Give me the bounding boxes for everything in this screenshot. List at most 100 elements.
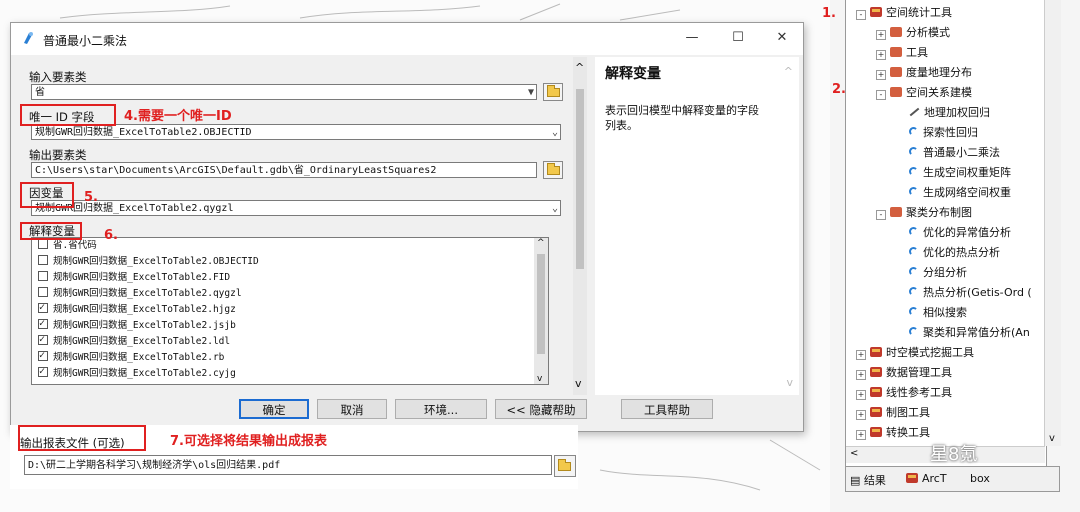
browse-output-button[interactable] [543,161,563,179]
scroll-thumb[interactable] [576,89,584,269]
input-features-field[interactable]: 省 ▼ [31,84,537,100]
tree-item[interactable]: 工具 [890,44,928,62]
tree-item[interactable]: 时空模式挖掘工具 [870,344,974,362]
checkbox-checked[interactable] [38,364,48,380]
list-item[interactable]: 规制GWR回归数据_ExcelToTable2.hjgz [38,300,236,318]
tab-arctoolbox-suffix: box [970,472,990,485]
browse-input-button[interactable] [543,83,563,101]
tree-item[interactable]: 生成网络空间权重 [908,184,1011,202]
toolbox-scrollbar[interactable]: v [1044,0,1061,446]
script-icon [908,146,919,157]
tree-item[interactable]: 数据管理工具 [870,364,952,382]
tree-item[interactable]: 聚类分布制图 [890,204,972,222]
cancel-button[interactable]: 取消 [317,399,387,419]
tree-item[interactable]: 空间统计工具 [870,4,952,22]
tree-item[interactable]: 普通最小二乘法 [908,144,1000,162]
list-item[interactable]: 规制GWR回归数据_ExcelToTable2.ldl [38,332,230,350]
list-item[interactable]: 规制GWR回归数据_ExcelToTable2.FID [38,270,230,286]
hide-help-button[interactable]: << 隐藏帮助 [495,399,587,419]
tree-item[interactable]: 聚类和异常值分析(An [908,324,1030,342]
checkbox[interactable] [38,255,48,265]
tree-item[interactable]: 地理加权回归 [908,104,990,122]
script-icon [908,326,919,337]
annotation-box-dependent [20,182,74,208]
tab-arctoolbox[interactable]: ArcT [906,472,947,485]
checkbox-checked[interactable] [38,300,48,316]
toolset-icon [890,47,902,57]
annotation-4: 4.需要一个唯一ID [124,109,232,124]
tree-item[interactable]: 热点分析(Getis-Ord ( [908,284,1032,302]
checkbox[interactable] [38,287,48,297]
close-button[interactable]: ✕ [767,27,797,49]
tab-results[interactable]: ▤ 结果 [850,472,886,488]
explanatory-variables-list[interactable]: 省.省代码 规制GWR回归数据_ExcelToTable2.OBJECTID 规… [31,237,549,385]
tree-item[interactable]: 优化的异常值分析 [908,224,1011,242]
tree-item[interactable]: 空间关系建模 [890,84,972,102]
collapse-icon[interactable]: - [856,10,866,20]
scroll-down-icon[interactable]: v [786,376,793,389]
scroll-up-icon[interactable]: ^ [575,61,584,74]
checkbox-checked[interactable] [38,332,48,348]
dependent-variable-field[interactable]: 规制GWR回归数据_ExcelToTable2.qygzl ⌄ [31,200,561,216]
list-item[interactable]: 规制GWR回归数据_ExcelToTable2.cyjg [38,364,236,382]
toolbox-icon [870,407,882,417]
scroll-down-icon[interactable]: v [575,377,582,390]
maximize-button[interactable]: ☐ [723,27,753,49]
output-features-field[interactable]: C:\Users\star\Documents\ArcGIS\Default.g… [31,162,537,178]
panel-tabs: ▤ 结果 ArcT box [845,466,1060,492]
checkbox-checked[interactable] [38,348,48,364]
expand-icon[interactable]: + [876,30,886,40]
unique-id-field[interactable]: 规制GWR回归数据_ExcelToTable2.OBJECTID ⌄ [31,124,561,140]
toolset-icon [890,87,902,97]
collapse-icon[interactable]: - [876,210,886,220]
form-scrollbar[interactable]: ^ v [573,57,587,395]
tool-help-button[interactable]: 工具帮助 [621,399,713,419]
list-scrollbar[interactable]: ^ v [534,238,548,384]
tree-item[interactable]: 制图工具 [870,404,930,422]
expand-icon[interactable]: + [856,350,866,360]
toolbox-icon [870,367,882,377]
checkbox-checked[interactable] [38,316,48,332]
expand-icon[interactable]: + [876,50,886,60]
tree-item[interactable]: 分析模式 [890,24,950,42]
scroll-down-icon[interactable]: v [537,374,542,384]
annotation-7: 7.可选择将结果输出成报表 [170,434,327,449]
list-item[interactable]: 规制GWR回归数据_ExcelToTable2.OBJECTID [38,254,259,270]
list-item[interactable]: 省.省代码 [38,238,97,254]
tree-item[interactable]: 线性参考工具 [870,384,952,402]
tree-item[interactable]: 转换工具 [870,424,930,442]
expand-icon[interactable]: + [876,70,886,80]
report-file-field[interactable]: D:\研二上学期各科学习\规制经济学\ols回归结果.pdf [24,455,552,475]
tree-item[interactable]: 相似搜索 [908,304,967,322]
script-icon [908,186,919,197]
tree-item[interactable]: 探索性回归 [908,124,978,142]
tree-item[interactable]: 优化的热点分析 [908,244,1000,262]
list-item[interactable]: 规制GWR回归数据_ExcelToTable2.qygzl [38,286,242,302]
expand-icon[interactable]: + [856,430,866,440]
environments-button[interactable]: 环境... [395,399,487,419]
ok-button[interactable]: 确定 [239,399,309,419]
tree-item[interactable]: 度量地理分布 [890,64,972,82]
expand-icon[interactable]: + [856,410,866,420]
minimize-button[interactable]: — [677,27,707,49]
scroll-down-icon[interactable]: v [1049,433,1055,444]
tree-item[interactable]: 生成空间权重矩阵 [908,164,1011,182]
list-item[interactable]: 规制GWR回归数据_ExcelToTable2.rb [38,348,224,366]
script-icon [908,126,919,137]
help-panel: 解释变量 表示回归模型中解释变量的字段列表。 ^ v [595,57,799,395]
expand-icon[interactable]: + [856,390,866,400]
checkbox[interactable] [38,271,48,281]
annotation-1: 1. [822,6,836,21]
list-item[interactable]: 规制GWR回归数据_ExcelToTable2.jsjb [38,316,236,334]
scroll-up-icon[interactable]: ^ [537,238,545,248]
collapse-icon[interactable]: - [876,90,886,100]
scroll-up-icon[interactable]: ^ [784,65,793,78]
checkbox[interactable] [38,239,48,249]
scroll-left-icon[interactable]: < [850,448,858,459]
toolbox-icon [870,347,882,357]
expand-icon[interactable]: + [856,370,866,380]
annotation-6: 6. [104,228,118,243]
tree-item[interactable]: 分组分析 [908,264,967,282]
scroll-thumb[interactable] [537,254,545,354]
browse-report-button[interactable] [554,455,576,477]
